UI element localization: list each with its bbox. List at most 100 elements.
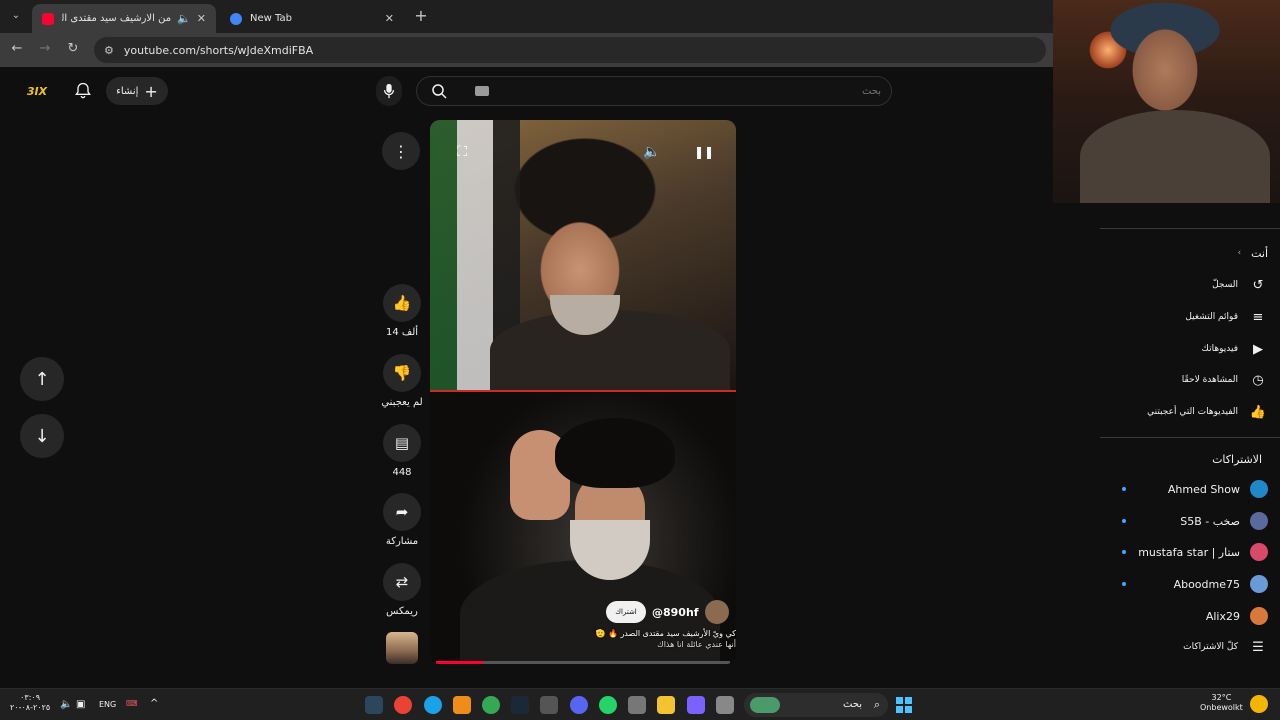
subscription-avatar <box>1250 512 1268 530</box>
edge-taskbar-icon[interactable] <box>424 696 442 714</box>
shorts-video-player[interactable]: ⛶ 🔈 ❚❚ اشتراك @890hf كي ويّ الأرشيف سيد … <box>430 120 736 664</box>
comment-count: 448 <box>392 467 412 478</box>
task-view-taskbar-icon[interactable] <box>716 696 734 714</box>
subscriptions-heading[interactable]: الاشتراكات <box>1212 453 1262 466</box>
sidebar-item-watch-later[interactable]: المشاهدة لاحقًا ◷ <box>1100 366 1280 394</box>
app-taskbar-icon[interactable] <box>540 696 558 714</box>
fullscreen-icon[interactable]: ⛶ <box>448 138 476 166</box>
sidebar-item-history[interactable]: السجلّ ↺ <box>1100 271 1280 299</box>
whatsapp-taskbar-icon[interactable] <box>599 696 617 714</box>
remix-icon[interactable]: ⇄ <box>383 563 421 601</box>
notifications-bell-icon[interactable] <box>73 81 93 101</box>
voice-search-mic-icon[interactable] <box>376 76 402 106</box>
tab-title: New Tab <box>250 13 292 24</box>
new-content-dot <box>1122 487 1126 491</box>
next-short-down-arrow-icon[interactable]: ↓ <box>20 414 64 458</box>
new-content-dot <box>1122 582 1126 586</box>
subscription-name: mustafa star | ستار <box>1138 545 1240 559</box>
tab-close-icon[interactable]: ✕ <box>197 12 206 25</box>
tab-close-icon[interactable]: ✕ <box>385 12 394 25</box>
dislike-label: لم يعجبني <box>381 397 423 408</box>
sidebar-item-your-videos[interactable]: فيديوهاتك ▶ <box>1100 335 1280 363</box>
search-icon[interactable] <box>431 83 447 103</box>
taskbar-search-label: بحث <box>842 699 862 710</box>
subscribe-button[interactable]: اشتراك <box>606 601 646 623</box>
create-button[interactable]: إنشاء + <box>106 77 168 105</box>
network-tray-icon[interactable]: ▣ <box>76 699 85 710</box>
reload-icon[interactable]: ↻ <box>64 41 82 59</box>
sidebar-item-label: كلّ الاشتراكات <box>1183 642 1238 652</box>
discord-taskbar-icon[interactable] <box>570 696 588 714</box>
volume-icon[interactable]: 🔈 <box>638 138 666 166</box>
youtube-favicon-icon <box>42 12 54 25</box>
search-box[interactable] <box>416 76 892 106</box>
copilot-taskbar-icon[interactable] <box>687 696 705 714</box>
you-section-header[interactable]: ‹ أنت <box>1100 239 1280 267</box>
subscription-item[interactable]: S5B - صخب <box>1100 507 1280 535</box>
pause-icon[interactable]: ❚❚ <box>690 138 718 166</box>
sidebar-item-label: المشاهدة لاحقًا <box>1181 375 1238 385</box>
tab-new-tab[interactable]: New Tab ✕ <box>220 4 404 33</box>
comments-icon[interactable]: ▤ <box>383 424 421 462</box>
progress-bar[interactable] <box>436 661 730 664</box>
like-thumb-up-icon[interactable]: 👍 <box>383 284 421 322</box>
keyboard-mode-icon[interactable]: ⌨ <box>126 699 138 708</box>
channel-avatar-logo[interactable]: 3IX <box>24 79 50 103</box>
share-arrow-icon[interactable]: ➦ <box>383 493 421 531</box>
create-label: إنشاء <box>116 85 139 97</box>
chrome-profile-taskbar-icon[interactable] <box>482 696 500 714</box>
chrome-taskbar-icon[interactable] <box>394 696 412 714</box>
weather-widget[interactable]: 32°C Onbewolkt <box>1200 693 1243 713</box>
app-taskbar-icon[interactable] <box>453 696 471 714</box>
caption-title[interactable]: كي ويّ الأرشيف سيد مقتدى الصدر 🔥 🫡 <box>580 628 736 639</box>
subscription-name: Alix29 <box>1205 609 1240 623</box>
clock-date: ٢٠٢٥-٠٨-٢٠ <box>10 703 51 712</box>
sidebar-item-label: قوائم التشغيل <box>1185 312 1238 322</box>
subscription-item[interactable]: Ahmed Show <box>1100 475 1280 503</box>
tab-search-chevron-icon[interactable]: ⌄ <box>6 5 26 25</box>
language-indicator[interactable]: ENG <box>99 700 116 709</box>
sidebar-item-label: فيديوهاتك <box>1201 344 1238 354</box>
volume-tray-icon[interactable]: 🔈 <box>60 699 72 710</box>
remix-label: ريمكس <box>386 606 418 617</box>
more-options-icon[interactable]: ⋮ <box>382 132 420 170</box>
store-taskbar-icon[interactable] <box>628 696 646 714</box>
you-heading: أنت <box>1251 246 1268 260</box>
sidebar-item-label: الفيديوهات التي أعجبتني <box>1147 407 1238 417</box>
steam-taskbar-icon[interactable] <box>365 696 383 714</box>
subscription-item[interactable]: mustafa star | ستار <box>1100 538 1280 566</box>
sidebar-divider <box>1100 437 1280 438</box>
channel-avatar[interactable] <box>704 600 729 624</box>
previous-short-up-arrow-icon[interactable]: ↑ <box>20 357 64 401</box>
subscription-item[interactable]: Alix29 <box>1100 602 1280 630</box>
search-input[interactable] <box>501 82 881 100</box>
subscription-item[interactable]: Aboodme75 <box>1100 570 1280 598</box>
all-subscriptions-item[interactable]: كلّ الاشتراكات ☰ <box>1100 633 1280 661</box>
keyboard-icon[interactable] <box>475 86 489 96</box>
tray-overflow-chevron-icon[interactable]: ^ <box>150 698 158 709</box>
sidebar-item-playlists[interactable]: قوائم التشغيل ≡ <box>1100 303 1280 331</box>
chrome-favicon-icon <box>230 12 242 25</box>
clock[interactable]: ٠٣:٠٩ ٢٠٢٥-٠٨-٢٠ <box>10 693 50 713</box>
chevron-left-icon: ‹ <box>1237 248 1242 258</box>
subscription-name: S5B - صخب <box>1180 514 1240 528</box>
site-info-icon[interactable]: ⚙ <box>104 44 114 57</box>
channel-handle[interactable]: @890hf <box>652 606 699 619</box>
subscription-avatar <box>1250 575 1268 593</box>
sound-thumbnail[interactable] <box>386 632 418 664</box>
file-explorer-taskbar-icon[interactable] <box>657 696 675 714</box>
dislike-thumb-down-icon[interactable]: 👎 <box>383 354 421 392</box>
playlist-icon: ≡ <box>1252 309 1264 325</box>
url-bar[interactable]: ⚙ youtube.com/shorts/wJdeXmdiFBA <box>94 37 1046 63</box>
webcam-shirt-shape <box>1080 110 1270 203</box>
tab-youtube[interactable]: من الارشيف سيد مقتدى الصد 🔈 ✕ <box>32 4 216 33</box>
plus-icon: + <box>144 81 158 101</box>
forward-arrow-icon[interactable]: → <box>36 41 54 59</box>
new-tab-plus-icon[interactable]: + <box>412 6 430 26</box>
taskbar-search-box[interactable]: بحث ⌕ <box>744 693 888 717</box>
sidebar-item-liked-videos[interactable]: الفيديوهات التي أعجبتني 👍 <box>1100 398 1280 426</box>
back-arrow-icon[interactable]: ← <box>8 41 26 59</box>
windows-start-icon[interactable] <box>896 697 912 713</box>
share-label: مشاركة <box>385 536 419 547</box>
steam-taskbar-icon[interactable] <box>511 696 529 714</box>
